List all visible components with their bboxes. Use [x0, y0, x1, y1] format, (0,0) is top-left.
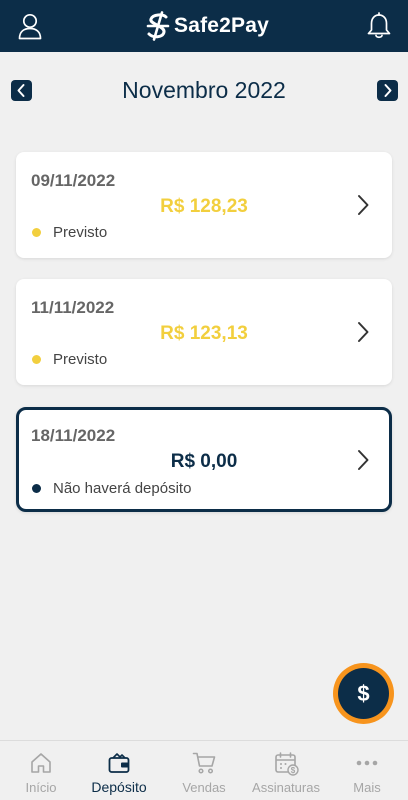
- status-dot-icon: [32, 484, 41, 493]
- home-icon: [31, 753, 51, 773]
- status-dot-icon: [32, 228, 41, 237]
- tab-mais[interactable]: Mais: [336, 741, 398, 800]
- calendar-dollar-icon: $: [275, 752, 299, 776]
- tab-deposito[interactable]: Depósito: [82, 741, 156, 800]
- deposit-status-label: Previsto: [53, 351, 108, 368]
- deposit-status: Não haverá depósito: [32, 480, 191, 497]
- dollar-icon: $: [338, 668, 389, 719]
- more-dots-icon: [356, 760, 378, 766]
- deposit-amount: R$ 128,23: [160, 196, 248, 217]
- chevron-right-icon: [384, 84, 392, 97]
- bell-icon[interactable]: [366, 12, 392, 40]
- tab-inicio[interactable]: Início: [10, 741, 72, 800]
- tab-label: Depósito: [91, 779, 147, 795]
- deposit-status-label: Previsto: [53, 224, 108, 241]
- chevron-right-icon[interactable]: [355, 319, 371, 345]
- bottom-tab-bar: Início Depósito Vendas $ Assinaturas Mai…: [0, 740, 408, 800]
- tab-label: Assinaturas: [252, 780, 320, 795]
- deposit-date: 18/11/2022: [31, 426, 116, 445]
- deposit-date: 09/11/2022: [31, 171, 116, 190]
- cart-icon: [192, 752, 216, 774]
- svg-text:$: $: [291, 766, 296, 775]
- chevron-right-icon[interactable]: [355, 192, 371, 218]
- tab-label: Mais: [353, 780, 381, 795]
- tab-label: Vendas: [182, 780, 226, 795]
- payment-fab-button[interactable]: $: [333, 663, 394, 724]
- tab-label: Início: [25, 780, 57, 795]
- app-header: Safe2Pay: [0, 0, 408, 52]
- tab-assinaturas[interactable]: $ Assinaturas: [248, 741, 324, 800]
- logo-text: Safe2Pay: [174, 14, 270, 37]
- deposit-date: 11/11/2022: [31, 298, 115, 317]
- deposit-card-selected[interactable]: 18/11/2022 R$ 0,00 Não haverá depósito: [16, 407, 392, 512]
- deposit-status: Previsto: [32, 224, 107, 241]
- deposit-amount: R$ 123,13: [160, 323, 248, 344]
- app-logo: Safe2Pay: [145, 11, 269, 41]
- deposit-card[interactable]: 09/11/2022 R$ 128,23 Previsto: [16, 152, 392, 258]
- chevron-right-icon[interactable]: [355, 447, 371, 473]
- deposit-status-label: Não haverá depósito: [53, 480, 192, 497]
- month-selector: Novembro 2022: [0, 76, 408, 106]
- wallet-icon: [108, 753, 130, 773]
- status-dot-icon: [32, 355, 41, 364]
- user-icon[interactable]: [17, 12, 43, 40]
- deposit-card[interactable]: 11/11/2022 R$ 123,13 Previsto: [16, 279, 392, 385]
- deposit-status: Previsto: [32, 351, 107, 368]
- month-title: Novembro 2022: [122, 77, 286, 103]
- safe2pay-logo-icon: [146, 11, 170, 41]
- deposit-amount: R$ 0,00: [170, 451, 238, 472]
- tab-vendas[interactable]: Vendas: [170, 741, 238, 800]
- next-month-button[interactable]: [377, 80, 398, 101]
